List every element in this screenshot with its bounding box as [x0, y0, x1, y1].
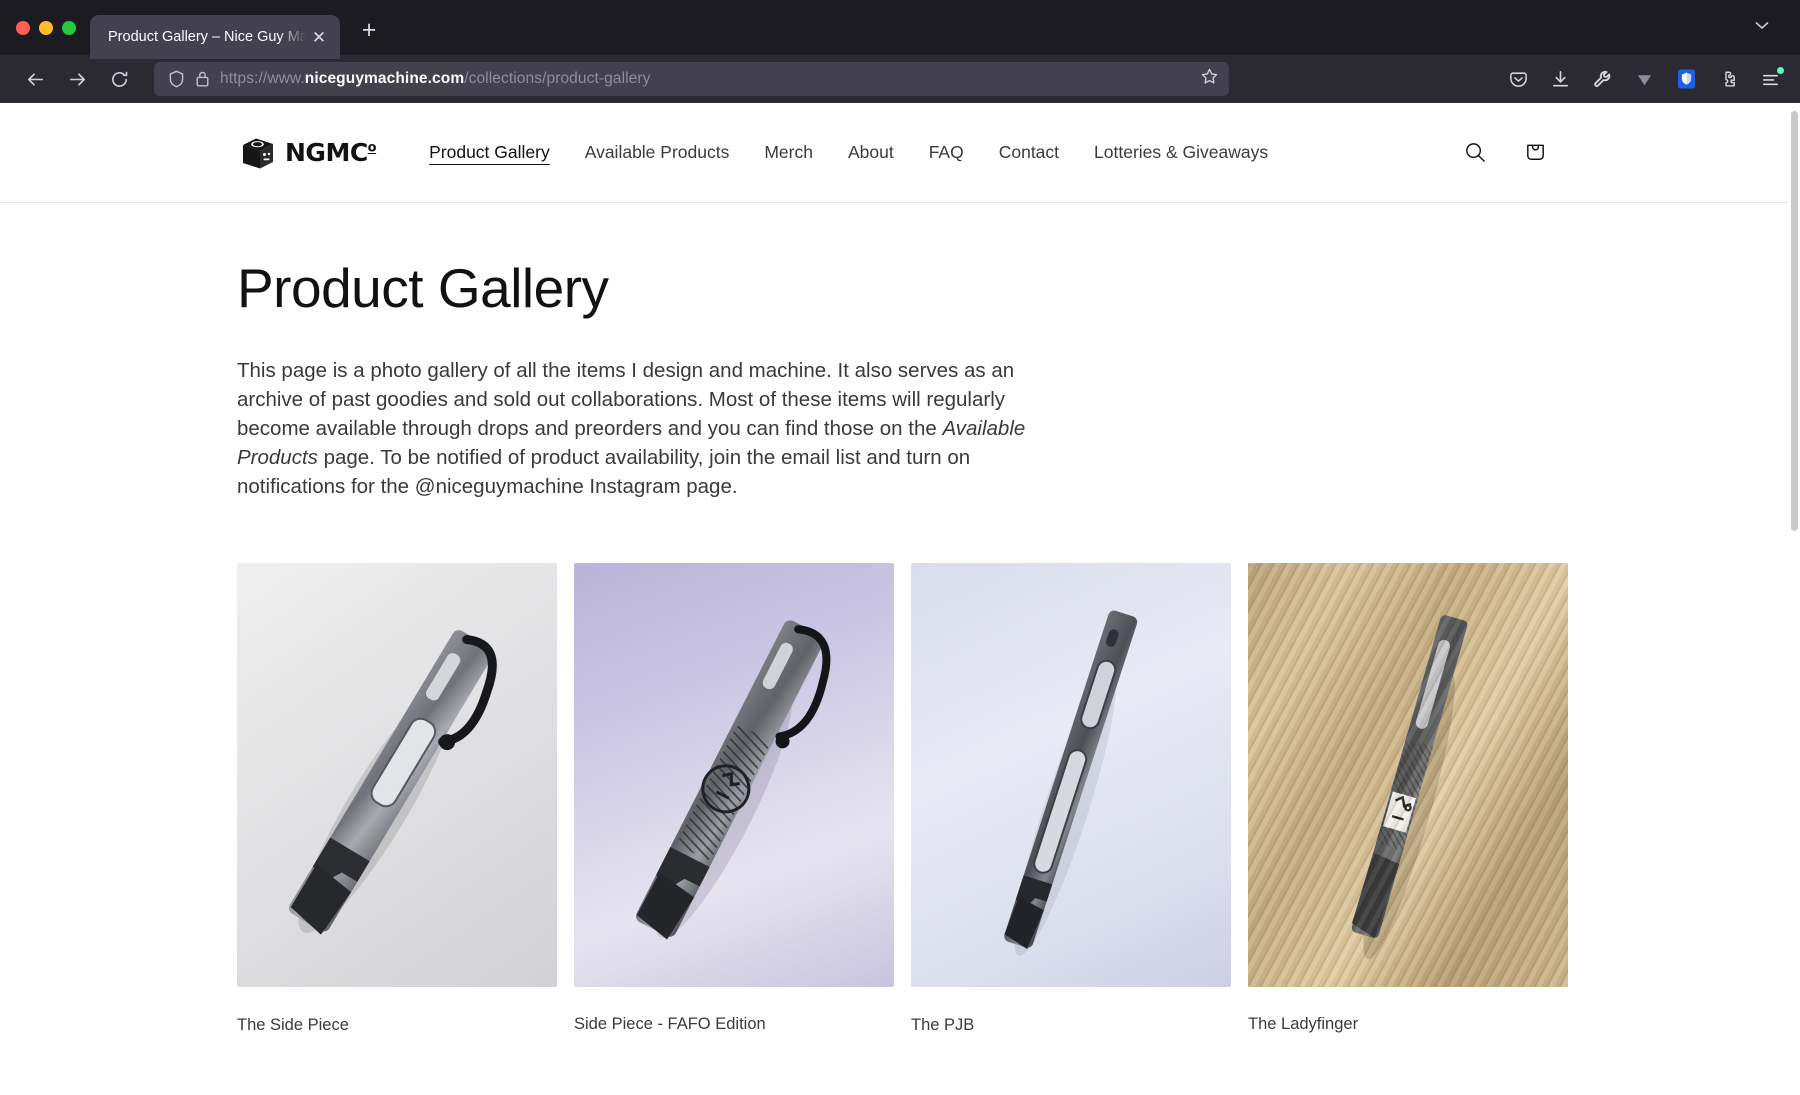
- reload-icon[interactable]: [100, 62, 138, 96]
- lock-icon[interactable]: [195, 70, 210, 88]
- ngmco-block-icon: [237, 132, 279, 174]
- list-all-tabs-icon[interactable]: [1752, 15, 1772, 40]
- intro-text-part2: page. To be notified of product availabi…: [237, 445, 971, 498]
- product-image-the-pjb[interactable]: [911, 563, 1231, 988]
- scrollbar-thumb[interactable]: [1791, 111, 1798, 531]
- product-card[interactable]: Side Piece - FAFO Edition: [574, 563, 894, 1035]
- navigation-toolbar: https://www.niceguymachine.com/collectio…: [0, 55, 1800, 103]
- wrench-icon[interactable]: [1588, 65, 1616, 93]
- product-gallery-grid: The Side Piece Side Piece - FAFO Edition…: [237, 563, 1800, 1035]
- bookmark-star-icon[interactable]: [1200, 67, 1219, 91]
- site-header: NGMCo Product Gallery Available Products…: [0, 103, 1800, 203]
- url-scheme: https://www.: [220, 70, 305, 87]
- back-icon[interactable]: [16, 62, 54, 96]
- update-badge: [1777, 67, 1784, 74]
- maximize-window-button[interactable]: [62, 20, 76, 35]
- search-icon[interactable]: [1460, 138, 1490, 168]
- extensions-icon[interactable]: [1714, 65, 1742, 93]
- product-image-the-side-piece[interactable]: [237, 563, 557, 988]
- intro-text-part1: This page is a photo gallery of all the …: [237, 359, 1015, 440]
- page-intro: This page is a photo gallery of all the …: [237, 357, 1082, 501]
- url-text: https://www.niceguymachine.com/collectio…: [220, 70, 1190, 88]
- product-card[interactable]: The Side Piece: [237, 563, 557, 1035]
- logo-superscript: o: [367, 140, 377, 156]
- close-window-button[interactable]: [16, 20, 30, 35]
- page-viewport: NGMCo Product Gallery Available Products…: [0, 103, 1800, 1095]
- forward-icon[interactable]: [58, 62, 96, 96]
- close-tab-icon[interactable]: ✕: [308, 26, 330, 48]
- nav-item-merch[interactable]: Merch: [764, 142, 813, 163]
- page-title: Product Gallery: [237, 257, 609, 319]
- browser-tab[interactable]: Product Gallery – Nice Guy Machine ✕: [90, 15, 340, 59]
- nav-item-available-products[interactable]: Available Products: [585, 142, 730, 163]
- product-caption: The PJB: [911, 1016, 975, 1035]
- browser-window: Product Gallery – Nice Guy Machine ✕ +: [0, 0, 1800, 1095]
- nav-item-lotteries-giveaways[interactable]: Lotteries & Giveaways: [1094, 142, 1268, 163]
- tab-strip: Product Gallery – Nice Guy Machine ✕ +: [0, 0, 1800, 59]
- new-tab-button[interactable]: +: [350, 11, 388, 49]
- nav-item-product-gallery[interactable]: Product Gallery: [429, 142, 550, 163]
- downloads-icon[interactable]: [1546, 65, 1574, 93]
- address-bar[interactable]: https://www.niceguymachine.com/collectio…: [154, 62, 1229, 96]
- site-logo[interactable]: NGMCo: [237, 132, 377, 174]
- shield-icon[interactable]: [1672, 65, 1700, 93]
- nav-item-faq[interactable]: FAQ: [929, 142, 964, 163]
- page-scrollbar[interactable]: [1788, 103, 1800, 1095]
- url-host: niceguymachine.com: [304, 70, 465, 87]
- product-caption: The Side Piece: [237, 1016, 349, 1035]
- logo-wordmark: NGMCo: [285, 138, 377, 167]
- product-image-side-piece-fafo-edition[interactable]: [574, 563, 894, 988]
- url-path: /collections/product-gallery: [464, 70, 651, 87]
- product-caption: The Ladyfinger: [1248, 1015, 1359, 1034]
- product-card[interactable]: The Ladyfinger: [1248, 563, 1568, 1035]
- shield-tracking-icon[interactable]: [168, 70, 185, 88]
- product-card[interactable]: The PJB: [911, 563, 1231, 1035]
- browser-toolbar-icons: [1480, 65, 1784, 93]
- tab-title: Product Gallery – Nice Guy Machine: [108, 29, 306, 45]
- header-actions: [1460, 138, 1800, 168]
- main-navigation: Product Gallery Available Products Merch…: [429, 142, 1268, 163]
- minimize-window-button[interactable]: [39, 20, 53, 35]
- main-content: Product Gallery This page is a photo gal…: [0, 256, 1800, 1035]
- app-menu-icon[interactable]: [1756, 65, 1784, 93]
- product-caption: Side Piece - FAFO Edition: [574, 1015, 766, 1034]
- vimium-icon[interactable]: [1630, 65, 1658, 93]
- window-controls: [16, 0, 90, 55]
- nav-item-contact[interactable]: Contact: [999, 142, 1059, 163]
- tab-strip-right: [1752, 0, 1790, 55]
- pocket-icon[interactable]: [1504, 65, 1532, 93]
- nav-item-about[interactable]: About: [848, 142, 894, 163]
- cart-icon[interactable]: [1520, 138, 1550, 168]
- product-image-the-ladyfinger[interactable]: [1248, 563, 1568, 988]
